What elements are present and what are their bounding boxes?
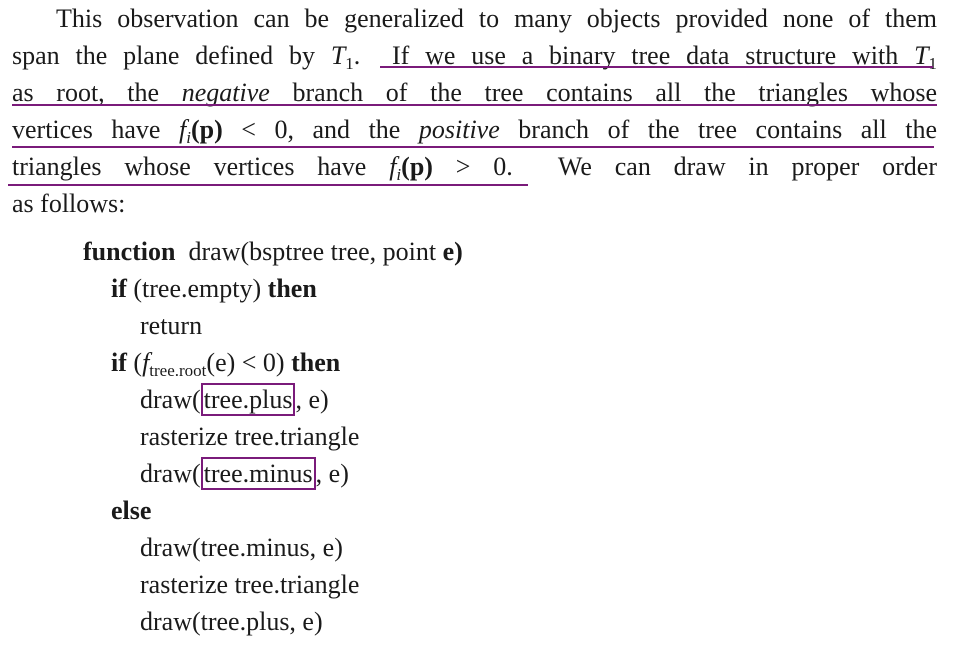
paragraph-line-5: triangles whose vertices have fi(p) > 0.… xyxy=(12,148,937,185)
text: triangles whose vertices have xyxy=(12,152,367,181)
keyword-else: else xyxy=(111,496,152,525)
text: , e) xyxy=(315,459,349,488)
text: We can draw in proper order xyxy=(557,152,938,181)
text: > 0. xyxy=(455,152,513,181)
underline-annotation xyxy=(8,184,528,186)
keyword-if: if xyxy=(111,348,127,377)
underline-annotation xyxy=(12,146,934,148)
underline-annotation xyxy=(380,66,933,68)
text: branch of the tree contains all the xyxy=(518,115,937,144)
paragraph-line-6: as follows: xyxy=(12,185,125,222)
paragraph-line-4: vertices have fi(p) < 0, and the positiv… xyxy=(12,111,937,148)
code-line-4: if (ftree.root(e) < 0) then xyxy=(111,344,340,381)
keyword-function: function xyxy=(83,237,176,266)
text: (tree.empty) xyxy=(133,274,262,303)
text: and the xyxy=(312,115,401,144)
text: draw( xyxy=(140,385,201,414)
text: vertices have xyxy=(12,115,161,144)
text: return xyxy=(140,311,203,340)
text: as follows: xyxy=(12,189,126,218)
text: draw(tree.minus, e) xyxy=(140,533,343,562)
code-line-6: rasterize tree.triangle xyxy=(140,418,359,455)
text: e) xyxy=(442,237,463,266)
emphasis-positive: positive xyxy=(418,115,500,144)
text: . xyxy=(353,41,361,70)
code-line-2: if (tree.empty) then xyxy=(111,270,317,307)
code-line-1: function draw(bsptree tree, point e) xyxy=(83,233,463,270)
text: ( xyxy=(133,348,143,377)
text: branch of the tree contains all the tria… xyxy=(292,78,938,107)
text: span the plane defined by xyxy=(12,41,315,70)
text: This observation can be generalized to m… xyxy=(56,4,937,33)
text: draw(tree.plus, e) xyxy=(140,607,323,636)
keyword-then: then xyxy=(267,274,317,303)
code-line-10: rasterize tree.triangle xyxy=(140,566,359,603)
code-line-9: draw(tree.minus, e) xyxy=(140,529,343,566)
emphasis-negative: negative xyxy=(181,78,270,107)
math-fi-p: fi(p) xyxy=(179,115,223,147)
text: , e) xyxy=(295,385,329,414)
code-line-5: draw(tree.plus, e) xyxy=(140,381,329,418)
keyword-if: if xyxy=(111,274,127,303)
text: as root, the xyxy=(12,78,160,107)
subscript: tree.root xyxy=(149,361,207,380)
math-t1: T1 xyxy=(330,41,354,73)
text: rasterize tree.triangle xyxy=(140,570,360,599)
keyword-then: then xyxy=(291,348,341,377)
text: draw( xyxy=(140,459,201,488)
text: (e) < 0) xyxy=(206,348,285,377)
code-line-11: draw(tree.plus, e) xyxy=(140,603,323,640)
underline-annotation xyxy=(12,104,937,106)
code-line-8: else xyxy=(111,492,151,529)
text: rasterize tree.triangle xyxy=(140,422,360,451)
math-fi-p: fi(p) xyxy=(389,152,433,184)
code-line-3: return xyxy=(140,307,202,344)
code-line-7: draw(tree.minus, e) xyxy=(140,455,349,492)
text: draw(bsptree tree, point xyxy=(188,237,437,266)
text: < 0, xyxy=(241,115,294,144)
boxed-annotation: tree.minus xyxy=(200,457,316,490)
paragraph-line-1: This observation can be generalized to m… xyxy=(56,0,937,37)
boxed-annotation: tree.plus xyxy=(200,383,296,416)
paragraph-line-2: span the plane defined by T1. If we use … xyxy=(12,37,937,74)
